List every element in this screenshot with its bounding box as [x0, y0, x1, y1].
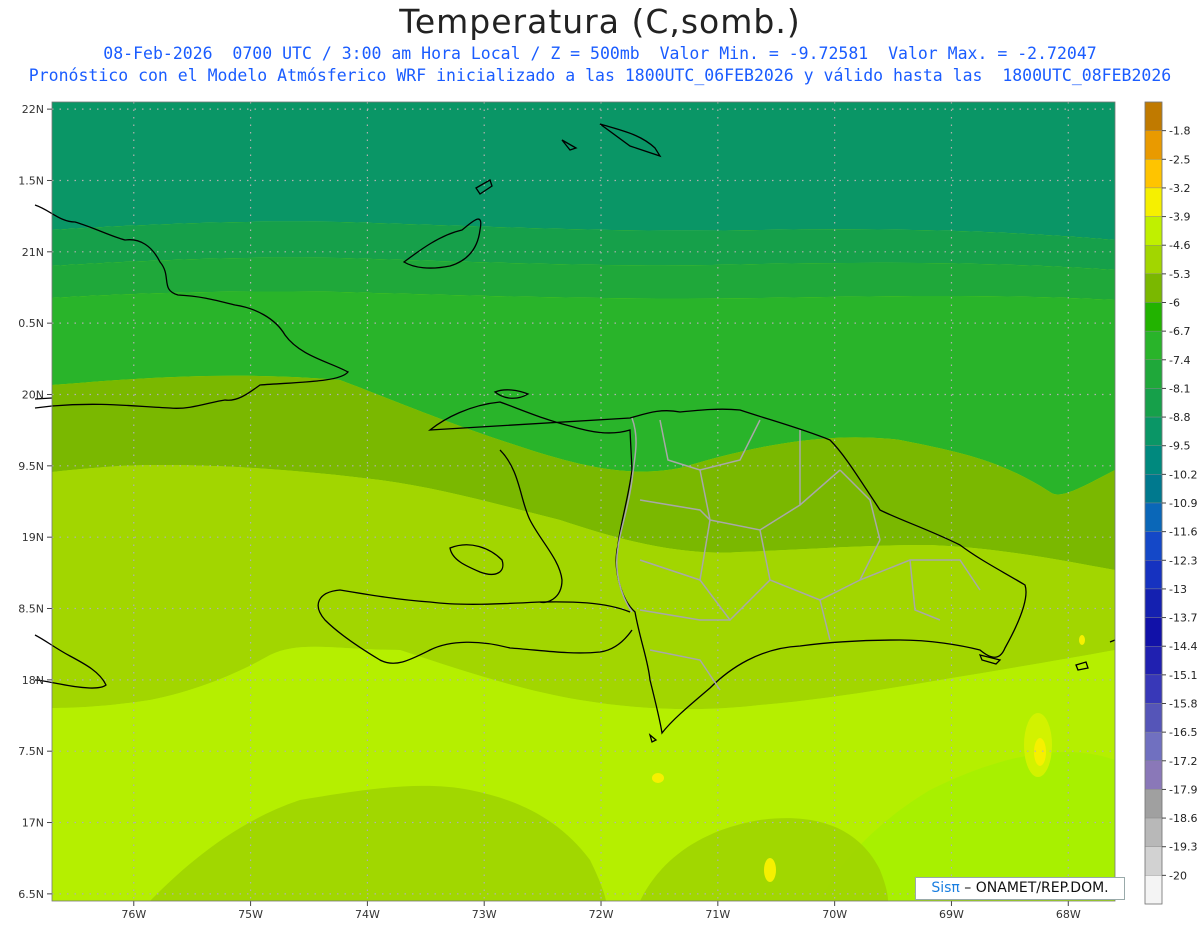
- colorbar-swatch: [1144, 187, 1163, 217]
- lon-tick-label: 76W: [121, 908, 146, 921]
- colorbar-swatch: [1144, 416, 1163, 446]
- colorbar-swatch: [1144, 216, 1163, 246]
- colorbar-label: -3.9: [1169, 211, 1190, 224]
- colorbar-label: -7.4: [1169, 354, 1190, 367]
- colorbar-label: -10.9: [1169, 497, 1197, 510]
- colorbar-label: -16.5: [1169, 726, 1197, 739]
- colorbar-swatch: [1144, 302, 1163, 332]
- colorbar-label: -20: [1169, 869, 1187, 882]
- colorbar-label: -9.5: [1169, 440, 1190, 453]
- colorbar-swatch: [1144, 817, 1163, 847]
- colorbar-swatch: [1144, 359, 1163, 389]
- colorbar-label: -12.3: [1169, 554, 1197, 567]
- lon-tick-label: 72W: [589, 908, 614, 921]
- colorbar-label: -17.9: [1169, 783, 1197, 796]
- colorbar-swatch: [1144, 388, 1163, 418]
- lat-tick-label: 22N: [22, 103, 44, 116]
- band-north-dark: [52, 102, 1115, 240]
- colorbar-label: -8.8: [1169, 411, 1190, 424]
- colorbar-swatch: [1144, 502, 1163, 532]
- credit-text: – ONAMET/REP.DOM.: [959, 880, 1109, 896]
- colorbar-swatch: [1144, 731, 1163, 761]
- lon-tick-label: 75W: [238, 908, 263, 921]
- lat-tick-label: 0.5N: [18, 317, 44, 330]
- colorbar-swatch: [1144, 875, 1163, 905]
- colorbar-label: -10.2: [1169, 468, 1197, 481]
- colorbar-label: -13: [1169, 583, 1187, 596]
- colorbar-label: -3.2: [1169, 182, 1190, 195]
- lat-tick-label: 1.5N: [18, 174, 44, 187]
- warm-spot-2: [1034, 738, 1046, 766]
- colorbar-label: -14.4: [1169, 640, 1197, 653]
- lon-tick-label: 71W: [705, 908, 730, 921]
- colorbar-swatch: [1144, 760, 1163, 790]
- colorbar-swatch: [1144, 273, 1163, 303]
- colorbar-swatch: [1144, 674, 1163, 704]
- lon-tick-label: 68W: [1056, 908, 1081, 921]
- colorbar-label: -19.3: [1169, 841, 1197, 854]
- lon-tick-label: 74W: [355, 908, 380, 921]
- temperature-map: 22N 1.5N 21N 0.5N 20N 9.5N 19N 8.5N 18N 7.5N 17N 6.…: [18, 101, 1197, 921]
- colorbar-swatch: [1144, 159, 1163, 189]
- colorbar-swatch: [1144, 445, 1163, 475]
- colorbar-swatch: [1144, 130, 1163, 160]
- colorbar-swatch: [1144, 560, 1163, 590]
- lat-tick-label: 21N: [22, 246, 44, 259]
- colorbar-label: -18.6: [1169, 812, 1197, 825]
- colorbar-label: -15.1: [1169, 669, 1197, 682]
- colorbar-label: -1.8: [1169, 125, 1190, 138]
- colorbar-swatch: [1144, 588, 1163, 618]
- colorbar-label: -2.5: [1169, 153, 1190, 166]
- colorbar-swatch: [1144, 531, 1163, 561]
- colorbar-swatch: [1144, 474, 1163, 504]
- lat-tick-label: 19N: [22, 531, 44, 544]
- warm-spot-3: [764, 858, 776, 882]
- colorbar-label: -11.6: [1169, 526, 1197, 539]
- lon-tick-label: 69W: [939, 908, 964, 921]
- colorbar-label: -8.1: [1169, 382, 1190, 395]
- colorbar-label: -17.2: [1169, 755, 1197, 768]
- colorbar-label: -15.8: [1169, 698, 1197, 711]
- colorbar-swatch: [1144, 789, 1163, 819]
- lat-tick-label: 8.5N: [18, 603, 44, 616]
- lat-tick-label: 20N: [22, 388, 44, 401]
- lat-tick-label: 18N: [22, 674, 44, 687]
- colorbar-label: -4.6: [1169, 239, 1190, 252]
- lat-tick-label: 6.5N: [18, 888, 44, 901]
- colorbar-label: -6.7: [1169, 325, 1190, 338]
- colorbar-swatch: [1144, 646, 1163, 676]
- colorbar-label: -13.7: [1169, 612, 1197, 625]
- colorbar-swatch: [1144, 617, 1163, 647]
- colorbar-swatch: [1144, 101, 1163, 131]
- colorbar: -1.8 -2.5 -3.2 -3.9 -4.6 -5.3 -6 -6.7 -7.4 -8.1 -8…: [1144, 101, 1197, 905]
- colorbar-swatch: [1144, 846, 1163, 876]
- lon-tick-label: 73W: [472, 908, 497, 921]
- warm-spot-5: [1079, 635, 1085, 645]
- lon-tick-label: 70W: [822, 908, 847, 921]
- colorbar-label: -6: [1169, 297, 1180, 310]
- sispi-logo: Sisπ: [931, 880, 960, 896]
- warm-spot-4: [652, 773, 664, 783]
- lat-tick-label: 7.5N: [18, 745, 44, 758]
- shaded-field: [52, 102, 1115, 901]
- colorbar-swatch: [1144, 245, 1163, 275]
- lat-tick-label: 17N: [22, 817, 44, 830]
- lat-tick-label: 9.5N: [18, 460, 44, 473]
- colorbar-swatch: [1144, 703, 1163, 733]
- colorbar-swatch: [1144, 330, 1163, 360]
- colorbar-label: -5.3: [1169, 268, 1190, 281]
- credit-box: Sisπ – ONAMET/REP.DOM.: [915, 877, 1125, 900]
